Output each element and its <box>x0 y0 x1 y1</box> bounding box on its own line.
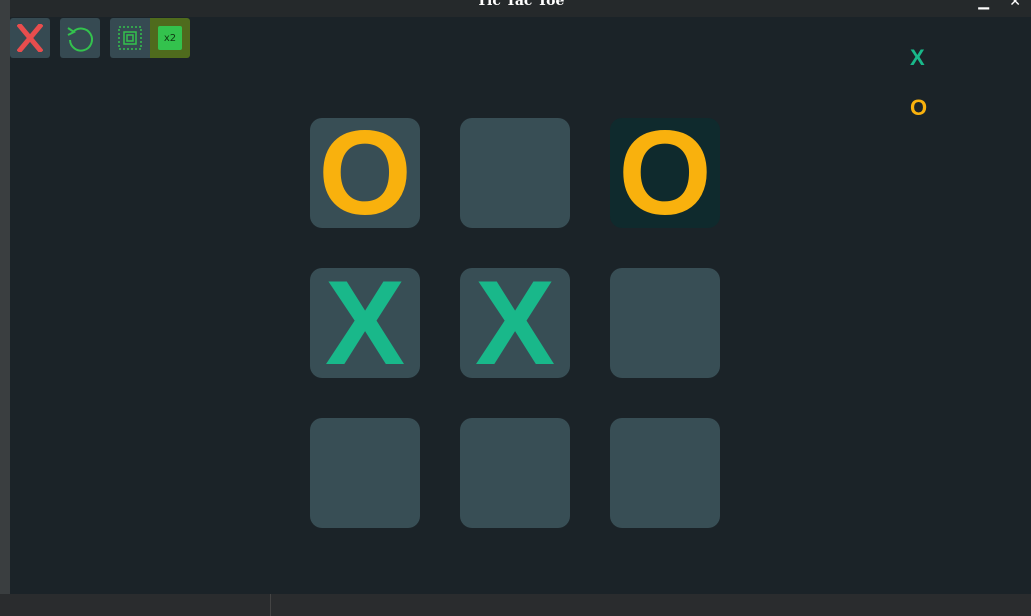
board-cell[interactable] <box>460 118 570 228</box>
speed-toggle-button[interactable]: x2 <box>150 18 190 58</box>
board-cell[interactable]: O <box>310 113 420 233</box>
background-taskbar <box>0 594 1031 616</box>
close-game-button[interactable] <box>10 18 50 58</box>
minimize-button[interactable]: ▁ <box>978 0 989 10</box>
taskbar-divider <box>270 594 271 616</box>
background-desktop-strip <box>0 0 10 616</box>
board-cell[interactable]: O <box>610 113 720 233</box>
close-x-icon <box>17 24 43 52</box>
fit-to-screen-icon <box>118 26 142 50</box>
board-cell[interactable]: X <box>310 263 420 383</box>
fit-to-screen-button[interactable] <box>110 18 150 58</box>
restart-button[interactable] <box>60 18 100 58</box>
refresh-icon <box>67 27 93 52</box>
speed-x2-icon: x2 <box>158 26 182 50</box>
board-cell[interactable] <box>610 268 720 378</box>
window-close-button[interactable]: ✕ <box>1009 0 1021 10</box>
board-cell[interactable]: X <box>460 263 570 383</box>
title-bar: Tic Tac Toe ▁ ✕ <box>10 0 1031 17</box>
board-cell[interactable] <box>610 418 720 528</box>
board-cell[interactable] <box>310 418 420 528</box>
window-title: Tic Tac Toe <box>476 0 565 9</box>
game-window: x2 X O O O X X <box>10 17 1031 594</box>
game-board: O O X X <box>310 113 720 528</box>
legend-player-x: X <box>910 45 925 70</box>
speed-label: x2 <box>163 32 177 44</box>
legend-player-o: O <box>910 95 928 120</box>
board-cell[interactable] <box>460 418 570 528</box>
